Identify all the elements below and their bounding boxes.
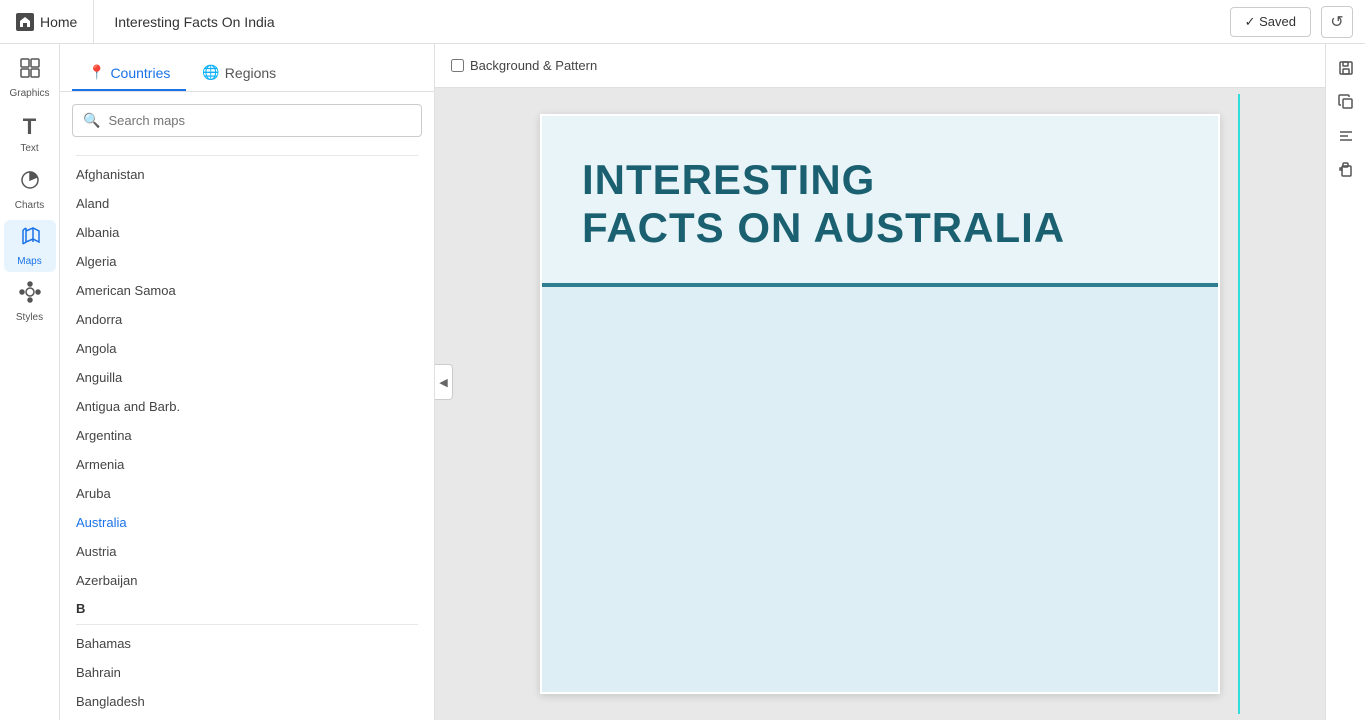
canvas-container: INTERESTING FACTS ON AUSTRALIA (540, 114, 1220, 694)
canvas-page[interactable]: INTERESTING FACTS ON AUSTRALIA (540, 114, 1220, 694)
list-item[interactable]: Bahamas (60, 629, 434, 658)
list-item[interactable]: Afghanistan (60, 160, 434, 189)
align-button[interactable] (1332, 122, 1360, 150)
list-item[interactable]: Austria (60, 537, 434, 566)
list-item[interactable]: Angola (60, 334, 434, 363)
text-label: Text (20, 143, 38, 154)
text-icon: T (23, 114, 36, 140)
section-letter-B: B (60, 595, 434, 620)
copy-button[interactable] (1332, 88, 1360, 116)
list-item[interactable]: Aland (60, 189, 434, 218)
topbar: Home Interesting Facts On India ✓ Saved … (0, 0, 1365, 44)
panel: 📍 Countries 🌐 Regions 🔍 A AfghanistanAlan… (60, 44, 435, 720)
canvas-inner: INTERESTING FACTS ON AUSTRALIA (542, 116, 1218, 692)
charts-label: Charts (15, 200, 44, 211)
nav-charts[interactable]: Charts (4, 164, 56, 216)
maps-icon (19, 225, 41, 253)
icon-nav: Graphics T Text Charts (0, 44, 60, 720)
home-label: Home (40, 14, 77, 30)
undo-icon: ↺ (1330, 12, 1343, 32)
graphics-icon (19, 57, 41, 85)
saved-button[interactable]: ✓ Saved (1230, 7, 1311, 37)
charts-icon (19, 169, 41, 197)
search-input[interactable] (108, 113, 411, 128)
main-layout: Graphics T Text Charts (0, 44, 1365, 720)
section-letter-A: A (60, 149, 434, 151)
divider (76, 155, 418, 156)
country-list: A AfghanistanAlandAlbaniaAlgeriaAmerican … (60, 149, 434, 720)
list-item[interactable]: Bahrain (60, 658, 434, 687)
paste-button[interactable] (1332, 156, 1360, 184)
guide-line-right (1238, 94, 1240, 714)
topbar-actions: ✓ Saved ↺ (1230, 6, 1353, 38)
canvas-wrapper: INTERESTING FACTS ON AUSTRALIA (435, 88, 1325, 720)
save-file-button[interactable] (1332, 54, 1360, 82)
list-item[interactable]: Antigua and Barb. (60, 392, 434, 421)
divider (76, 624, 418, 625)
right-sidebar (1325, 44, 1365, 720)
list-item[interactable]: Anguilla (60, 363, 434, 392)
regions-tab-label: Regions (225, 65, 276, 81)
document-title: Interesting Facts On India (94, 14, 1229, 30)
list-item[interactable]: Andorra (60, 305, 434, 334)
search-icon: 🔍 (83, 112, 100, 129)
list-item[interactable]: Algeria (60, 247, 434, 276)
background-checkbox[interactable] (451, 59, 464, 72)
maps-label: Maps (17, 256, 41, 267)
countries-tab-icon: 📍 (88, 64, 105, 81)
undo-button[interactable]: ↺ (1321, 6, 1353, 38)
countries-tab-label: Countries (110, 65, 170, 81)
list-item[interactable]: American Samoa (60, 276, 434, 305)
regions-tab-icon: 🌐 (202, 64, 219, 81)
nav-styles[interactable]: Styles (4, 276, 56, 328)
saved-label: ✓ Saved (1245, 14, 1296, 30)
background-label: Background & Pattern (470, 58, 597, 73)
list-item[interactable]: Azerbaijan (60, 566, 434, 595)
collapse-button[interactable]: ◀ (435, 364, 453, 400)
canvas-title: INTERESTING FACTS ON AUSTRALIA (582, 156, 1178, 253)
nav-text[interactable]: T Text (4, 108, 56, 160)
list-item[interactable]: Armenia (60, 450, 434, 479)
list-item[interactable]: Bangladesh (60, 687, 434, 716)
canvas-title-section: INTERESTING FACTS ON AUSTRALIA (542, 116, 1218, 285)
list-item[interactable]: Australia (60, 508, 434, 537)
graphics-label: Graphics (9, 88, 49, 99)
panel-tabs: 📍 Countries 🌐 Regions (60, 44, 434, 92)
background-pattern-toggle[interactable]: Background & Pattern (451, 58, 597, 73)
styles-icon (19, 281, 41, 309)
tab-regions[interactable]: 🌐 Regions (186, 56, 292, 91)
canvas-bottom-section (542, 285, 1218, 692)
canvas-title-line2: FACTS ON AUSTRALIA (582, 204, 1065, 251)
list-item[interactable]: Albania (60, 218, 434, 247)
canvas-toolbar: Background & Pattern (435, 44, 1325, 88)
home-icon (16, 13, 34, 31)
search-bar[interactable]: 🔍 (72, 104, 422, 137)
canvas-title-line1: INTERESTING (582, 156, 875, 203)
nav-maps[interactable]: Maps (4, 220, 56, 272)
tab-countries[interactable]: 📍 Countries (72, 56, 186, 91)
list-item[interactable]: Argentina (60, 421, 434, 450)
styles-label: Styles (16, 312, 43, 323)
home-button[interactable]: Home (12, 0, 94, 43)
list-item[interactable]: Aruba (60, 479, 434, 508)
nav-graphics[interactable]: Graphics (4, 52, 56, 104)
canvas-area: Background & Pattern INTERESTING FACTS O… (435, 44, 1325, 720)
